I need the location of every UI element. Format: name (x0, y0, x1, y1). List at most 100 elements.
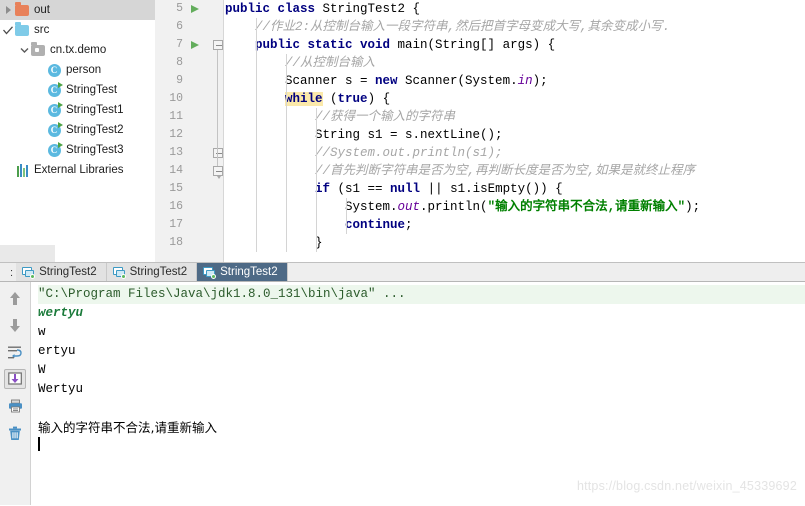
indent-guide (286, 144, 288, 162)
code-line: //从控制台输入 (225, 54, 805, 72)
tree-item-external-libraries[interactable]: External Libraries (0, 160, 155, 180)
folder-src-icon (14, 21, 30, 38)
ide-window: out src cn.tx.demo Cperson C StringTest C Strin… (0, 0, 805, 506)
soft-wrap-icon[interactable] (4, 342, 26, 362)
code-editor[interactable]: 5 6 7 8 9 10 11 12 13 14 15 16 17 18 public class Str… (155, 0, 805, 262)
line-number: 5 (176, 2, 183, 15)
editor-code-area[interactable]: public class StringTest2 { //作业2:从控制台输入一… (225, 0, 805, 262)
indent-guide (256, 162, 258, 180)
tree-item-label: StringTest2 (66, 124, 124, 136)
twisty-right-icon[interactable] (2, 0, 14, 20)
console-line: wertyu (38, 306, 84, 320)
run-gutter-icon[interactable] (191, 5, 199, 13)
tree-item-src[interactable]: src (0, 20, 155, 40)
indent-guide (256, 144, 258, 162)
gutter-line: 18 (155, 234, 223, 252)
tree-item-stringtest1[interactable]: C StringTest1 (0, 100, 155, 120)
indent-guide (256, 180, 258, 198)
class-runnable-icon: C (46, 81, 63, 98)
run-tab-1[interactable]: StringTest2 (16, 263, 107, 281)
tree-item-cn-tx-demo[interactable]: cn.tx.demo (0, 40, 155, 60)
indent-guide (256, 108, 258, 126)
gutter-line: 16 (155, 198, 223, 216)
console-line (38, 437, 805, 456)
indent-guide (346, 216, 348, 234)
down-arrow-icon[interactable] (4, 315, 26, 335)
code-line: } (225, 234, 805, 252)
console-line: w (38, 325, 46, 339)
code-token: ; (405, 218, 413, 232)
tree-item-label: StringTest1 (66, 104, 124, 116)
code-token: .println( (420, 200, 488, 214)
print-icon[interactable] (4, 396, 26, 416)
tree-item-label: StringTest3 (66, 144, 124, 156)
console-line: 输入的字符串不合法,请重新输入 (38, 420, 217, 435)
line-number: 14 (169, 164, 183, 177)
tree-item-stringtest[interactable]: C StringTest (0, 80, 155, 100)
code-token: //首先判断字符串是否为空,再判断长度是否为空,如果是就终止程序 (315, 164, 696, 178)
console-line: W (38, 363, 46, 377)
line-number: 12 (169, 128, 183, 141)
tree-item-stringtest2[interactable]: C StringTest2 (0, 120, 155, 140)
console-toolbar[interactable] (0, 282, 31, 505)
console-caret (38, 437, 40, 451)
indent-guide (286, 90, 288, 108)
tree-item-stringtest3[interactable]: C StringTest3 (0, 140, 155, 160)
console-line: "C:\Program Files\Java\jdk1.8.0_131\bin\… (38, 285, 805, 304)
code-token: || s1.isEmpty()) { (427, 182, 563, 196)
code-token: if (315, 182, 338, 196)
indent-guide (256, 126, 258, 144)
code-token: ) { (367, 92, 391, 106)
fold-toggle-icon[interactable] (213, 40, 223, 50)
code-line: //作业2:从控制台输入一段字符串,然后把首字母变成大写,其余变成小写. (225, 18, 805, 36)
run-gutter-icon[interactable] (191, 41, 199, 49)
code-token: public static void (255, 38, 398, 52)
indent-guide (316, 216, 318, 234)
tree-item-label: src (34, 24, 50, 36)
tree-item-label: External Libraries (34, 164, 124, 176)
folder-package-icon (30, 41, 46, 58)
indent-guide (286, 126, 288, 144)
gutter-line: 5 (155, 0, 223, 18)
code-line: String s1 = s.nextLine(); (225, 126, 805, 144)
tree-item-person[interactable]: Cperson (0, 60, 155, 80)
run-tab-2[interactable]: StringTest2 (106, 263, 198, 281)
project-tree[interactable]: out src cn.tx.demo Cperson C StringTest C Strin… (0, 0, 155, 180)
gutter-line: 9 (155, 72, 223, 90)
code-token: StringTest2 { (322, 2, 421, 16)
run-tab-bar[interactable]: : StringTest2 StringTest2 StringTest2 (0, 262, 805, 282)
twisty-down-icon[interactable] (18, 40, 30, 60)
gutter-line: 14 (155, 162, 223, 180)
indent-guide (256, 18, 258, 36)
indent-guide (256, 234, 258, 252)
indent-guide (286, 234, 288, 252)
run-configuration-icon (22, 266, 36, 279)
trash-icon[interactable] (4, 423, 26, 443)
up-arrow-icon[interactable] (4, 288, 26, 308)
folder-out-icon (14, 1, 30, 18)
gutter-line: 10 (155, 90, 223, 108)
console-output[interactable]: "C:\Program Files\Java\jdk1.8.0_131\bin\… (31, 282, 805, 505)
gutter-line: 13 (155, 144, 223, 162)
code-token: public class (225, 2, 323, 16)
code-token: out (397, 200, 421, 214)
editor-gutter[interactable]: 5 6 7 8 9 10 11 12 13 14 15 16 17 18 (155, 0, 224, 262)
tree-item-out[interactable]: out (0, 0, 155, 20)
scroll-to-end-icon[interactable] (4, 369, 26, 389)
code-token: //从控制台输入 (285, 56, 376, 70)
code-token: //获得一个输入的字符串 (315, 110, 456, 124)
class-runnable-icon: C (46, 121, 63, 138)
fold-toggle-icon[interactable] (213, 148, 223, 158)
run-tab-3[interactable]: StringTest2 (197, 263, 288, 281)
run-configuration-icon (203, 266, 217, 279)
tree-item-label: out (34, 4, 50, 16)
indent-guide (316, 162, 318, 180)
fold-toggle-icon[interactable] (213, 166, 223, 179)
